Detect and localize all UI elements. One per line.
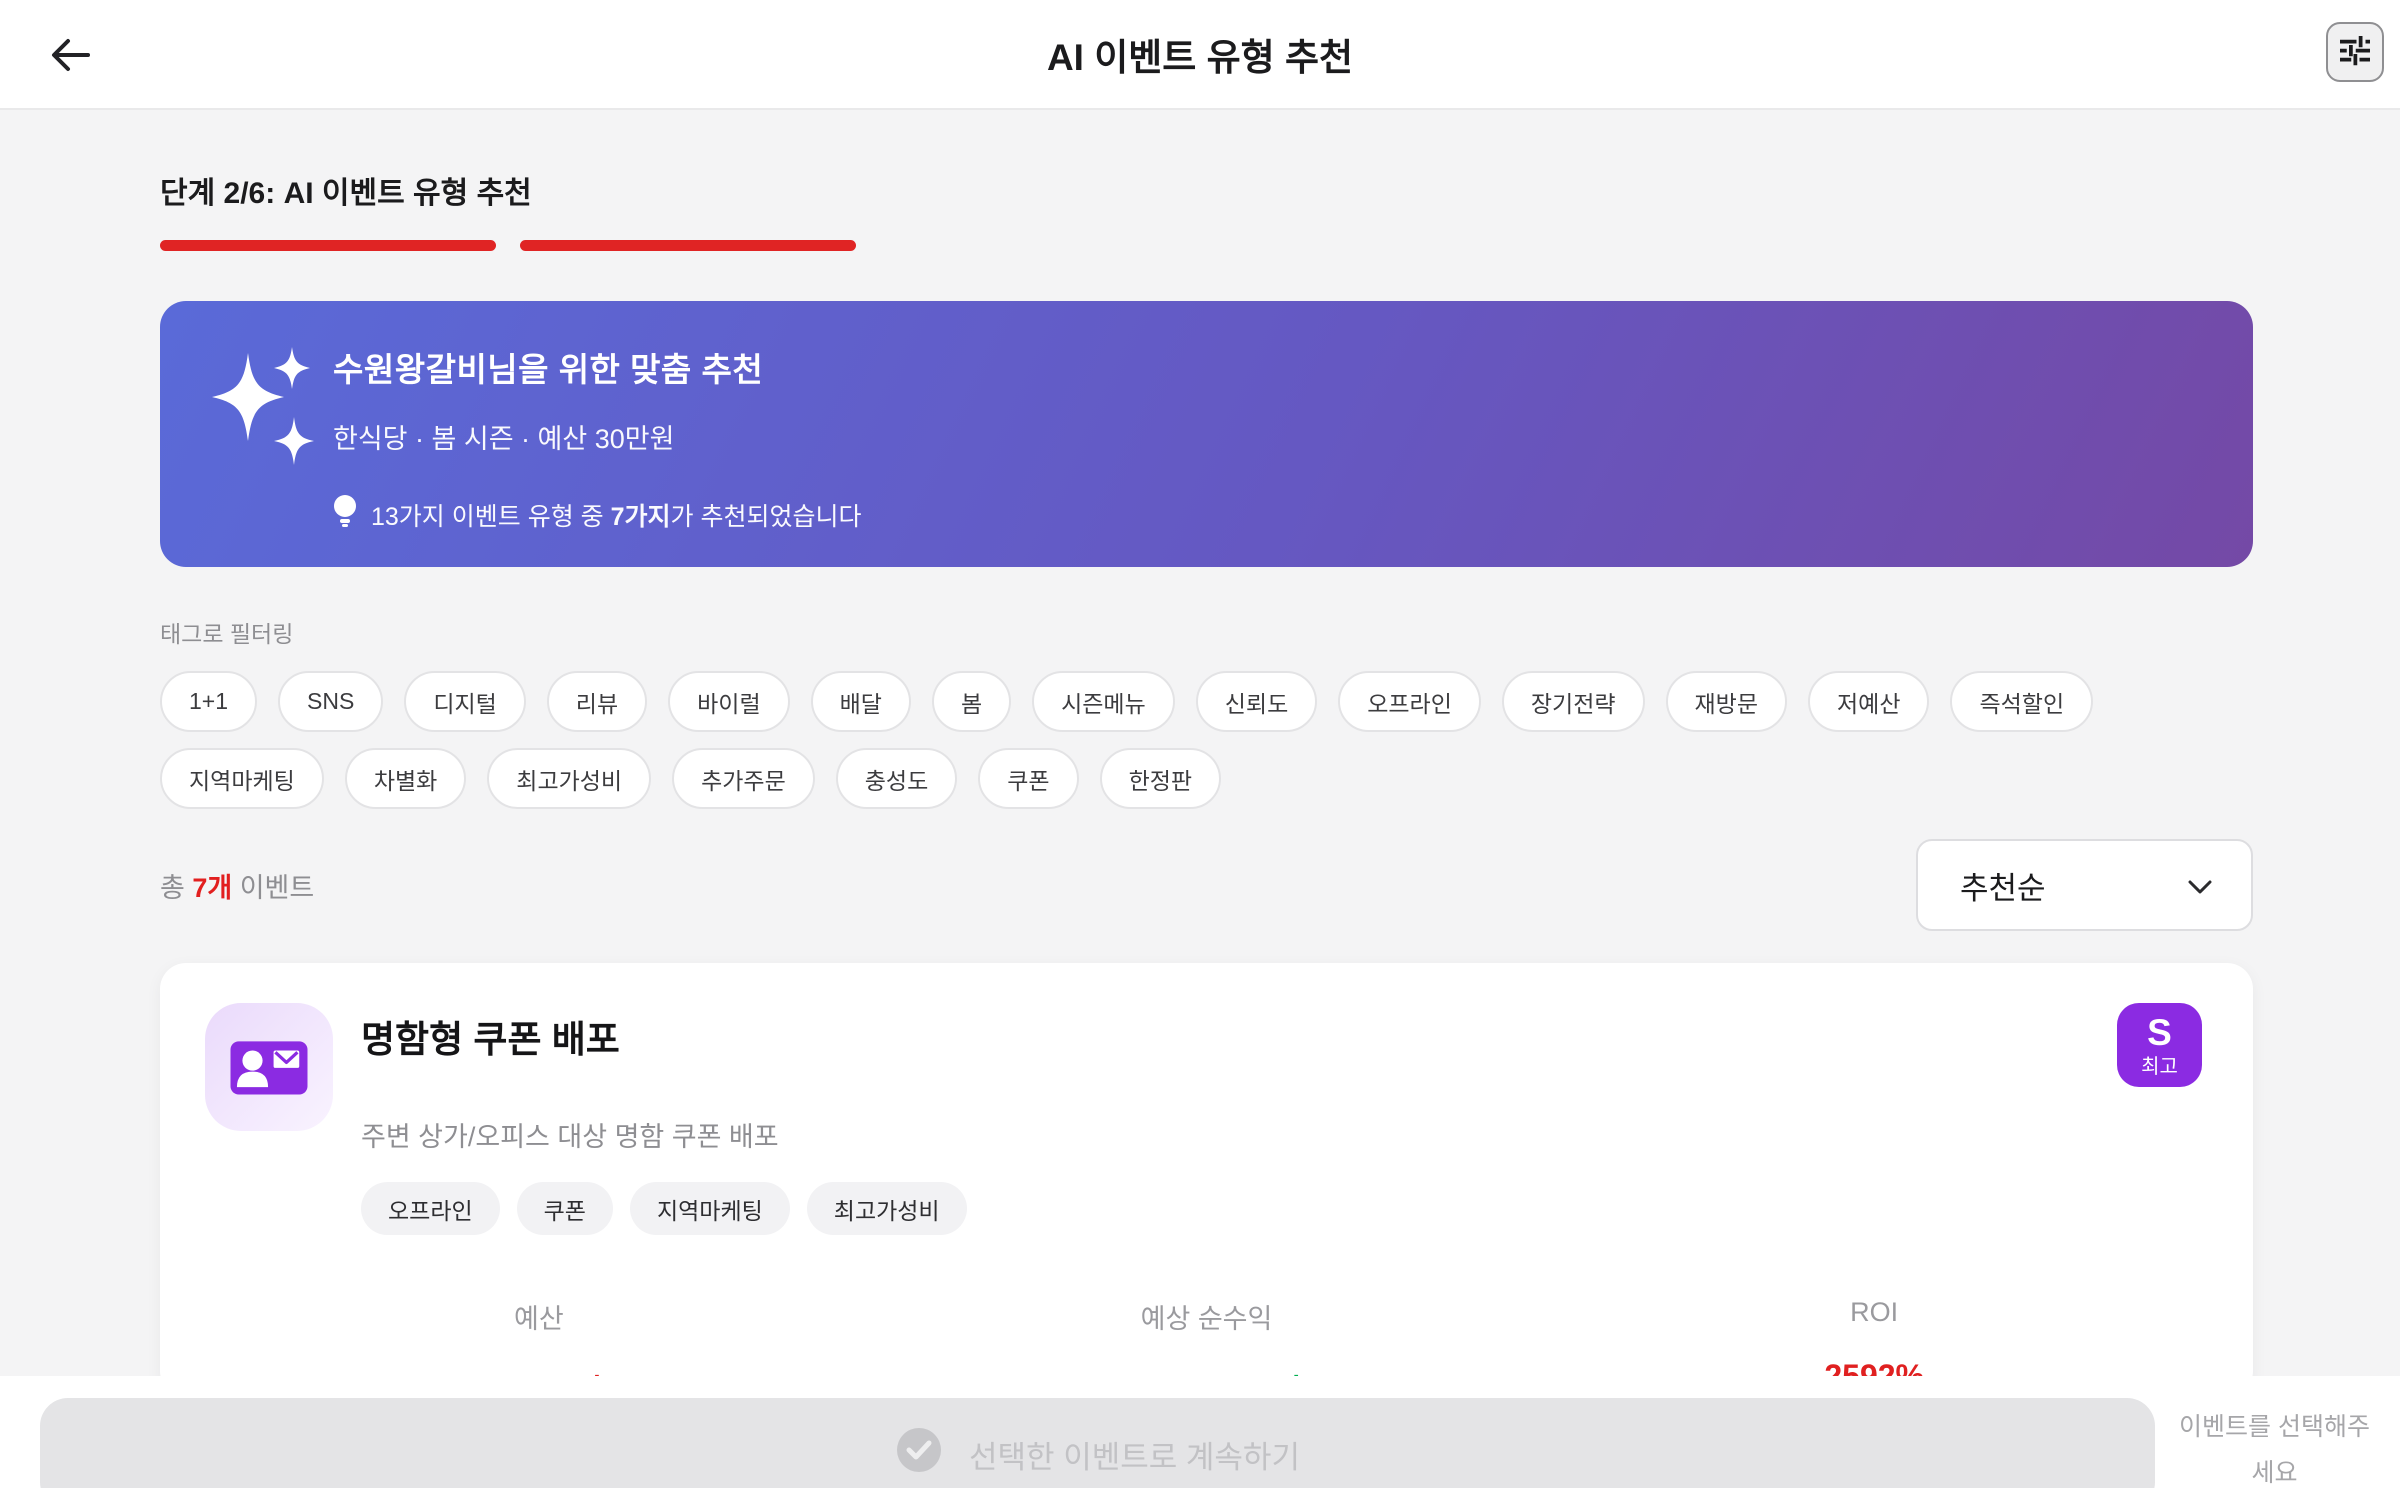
filter-chip[interactable]: 차별화 xyxy=(344,748,467,809)
filter-chip[interactable]: 장기전략 xyxy=(1501,671,1645,732)
filter-chip[interactable]: 리뷰 xyxy=(546,671,648,732)
sort-selected-value: 추천순 xyxy=(1960,870,2046,906)
event-title: 명함형 쿠폰 배포 xyxy=(361,1019,620,1060)
ai-event-recommendation-page: AI 이벤트 유형 추천 단계 2/6: AI 이벤트 유형 추천 수원왕갈비님… xyxy=(0,0,2400,1488)
stat-label: ROI xyxy=(1850,1297,1899,1327)
selection-hint: 이벤트를 선택해주 세요 xyxy=(2179,1413,2370,1487)
filter-chip[interactable]: 즉석할인 xyxy=(1950,671,2094,732)
filter-chip[interactable]: 한정판 xyxy=(1099,748,1222,809)
header: AI 이벤트 유형 추천 xyxy=(0,0,2400,110)
event-tag: 최고가성비 xyxy=(806,1182,967,1235)
results-row: 총 7개 이벤트 추천순 xyxy=(160,839,2253,931)
filter-chip[interactable]: 재방문 xyxy=(1665,671,1787,732)
filter-chip[interactable]: 최고가성비 xyxy=(487,748,652,809)
event-card[interactable]: 명함형 쿠폰 배포 주변 상가/오피스 대상 명함 쿠폰 배포 오프라인 쿠폰 … xyxy=(160,963,2253,1397)
sliders-icon xyxy=(2337,33,2373,72)
recommended-count: 7가지 xyxy=(610,502,671,531)
event-count: 총 7개 이벤트 xyxy=(160,872,315,903)
filter-chip[interactable]: 충성도 xyxy=(835,748,958,809)
progress-bar xyxy=(160,240,2253,251)
check-circle-icon xyxy=(895,1426,943,1482)
grade-label: 최고 xyxy=(2141,1055,2178,1078)
filter-chip[interactable]: 쿠폰 xyxy=(978,748,1079,809)
lightbulb-icon xyxy=(333,494,357,535)
filter-chip[interactable]: 바이럴 xyxy=(668,671,790,732)
filter-chip[interactable]: 지역마케팅 xyxy=(160,748,324,809)
event-description: 주변 상가/오피스 대상 명함 쿠폰 배포 xyxy=(361,1122,779,1152)
filter-chip[interactable]: 시즌메뉴 xyxy=(1032,671,1175,732)
event-tag: 쿠폰 xyxy=(516,1182,613,1235)
filter-chip-list: 1+1 SNS 디지털 리뷰 바이럴 배달 봄 시즌메뉴 신뢰도 오프라인 장기… xyxy=(160,671,2260,809)
grade-letter: S xyxy=(2147,1011,2172,1053)
filter-chip[interactable]: 1+1 xyxy=(160,671,258,732)
banner-title: 수원왕갈비님을 위한 맞춤 추천 xyxy=(333,351,764,388)
filter-section-label: 태그로 필터링 xyxy=(160,621,294,647)
sparkles-icon xyxy=(210,345,316,472)
event-tag: 지역마케팅 xyxy=(629,1182,790,1235)
filter-chip[interactable]: 추가주문 xyxy=(672,748,815,809)
stat-label: 예상 순수익 xyxy=(1140,1304,1273,1334)
filter-chip[interactable]: 오프라인 xyxy=(1338,671,1481,732)
filter-chip[interactable]: 디지털 xyxy=(404,671,526,732)
banner-text: 수원왕갈비님을 위한 맞춤 추천 한식당 · 봄 시즌 · 예산 30만원 13… xyxy=(333,343,861,535)
banner-subtitle: 한식당 · 봄 시즌 · 예산 30만원 xyxy=(333,424,675,454)
event-card-text: 명함형 쿠폰 배포 주변 상가/오피스 대상 명함 쿠폰 배포 xyxy=(361,1003,779,1154)
banner-info: 13가지 이벤트 유형 중 7가지가 추천되었습니다 xyxy=(333,494,861,535)
stat-label: 예산 xyxy=(513,1304,564,1334)
filter-chip[interactable]: 저예산 xyxy=(1808,671,1930,732)
contact-card-icon xyxy=(205,1003,333,1131)
main-content: 단계 2/6: AI 이벤트 유형 추천 수원왕갈비님을 위한 맞춤 추천 한식… xyxy=(0,110,2400,1397)
chevron-down-icon xyxy=(2187,867,2213,903)
bottom-bar: 선택한 이벤트로 계속하기 이벤트를 선택해주 세요 xyxy=(0,1376,2400,1488)
event-tag-list: 오프라인 쿠폰 지역마케팅 최고가성비 xyxy=(361,1182,2208,1235)
page-title: AI 이벤트 유형 추천 xyxy=(1046,37,1354,78)
filter-chip[interactable]: 신뢰도 xyxy=(1195,671,1318,732)
sort-dropdown[interactable]: 추천순 xyxy=(1916,839,2253,931)
progress-segment xyxy=(520,240,856,251)
filter-settings-button[interactable] xyxy=(2326,22,2384,82)
filter-chip[interactable]: SNS xyxy=(278,671,384,732)
filter-chip[interactable]: 봄 xyxy=(931,671,1012,732)
recommendation-banner: 수원왕갈비님을 위한 맞춤 추천 한식당 · 봄 시즌 · 예산 30만원 13… xyxy=(160,301,2253,567)
event-count-number: 7개 xyxy=(192,872,233,903)
step-label: 단계 2/6: AI 이벤트 유형 추천 xyxy=(160,177,532,210)
banner-info-text: 13가지 이벤트 유형 중 7가지가 추천되었습니다 xyxy=(371,502,862,531)
progress-segment xyxy=(160,240,496,251)
event-tag: 오프라인 xyxy=(361,1182,500,1235)
event-card-head: 명함형 쿠폰 배포 주변 상가/오피스 대상 명함 쿠폰 배포 xyxy=(205,1003,2208,1154)
filter-chip[interactable]: 배달 xyxy=(810,671,911,732)
continue-button-label: 선택한 이벤트로 계속하기 xyxy=(969,1439,1300,1475)
continue-button[interactable]: 선택한 이벤트로 계속하기 xyxy=(40,1398,2155,1488)
grade-badge: S 최고 xyxy=(2117,1003,2202,1087)
